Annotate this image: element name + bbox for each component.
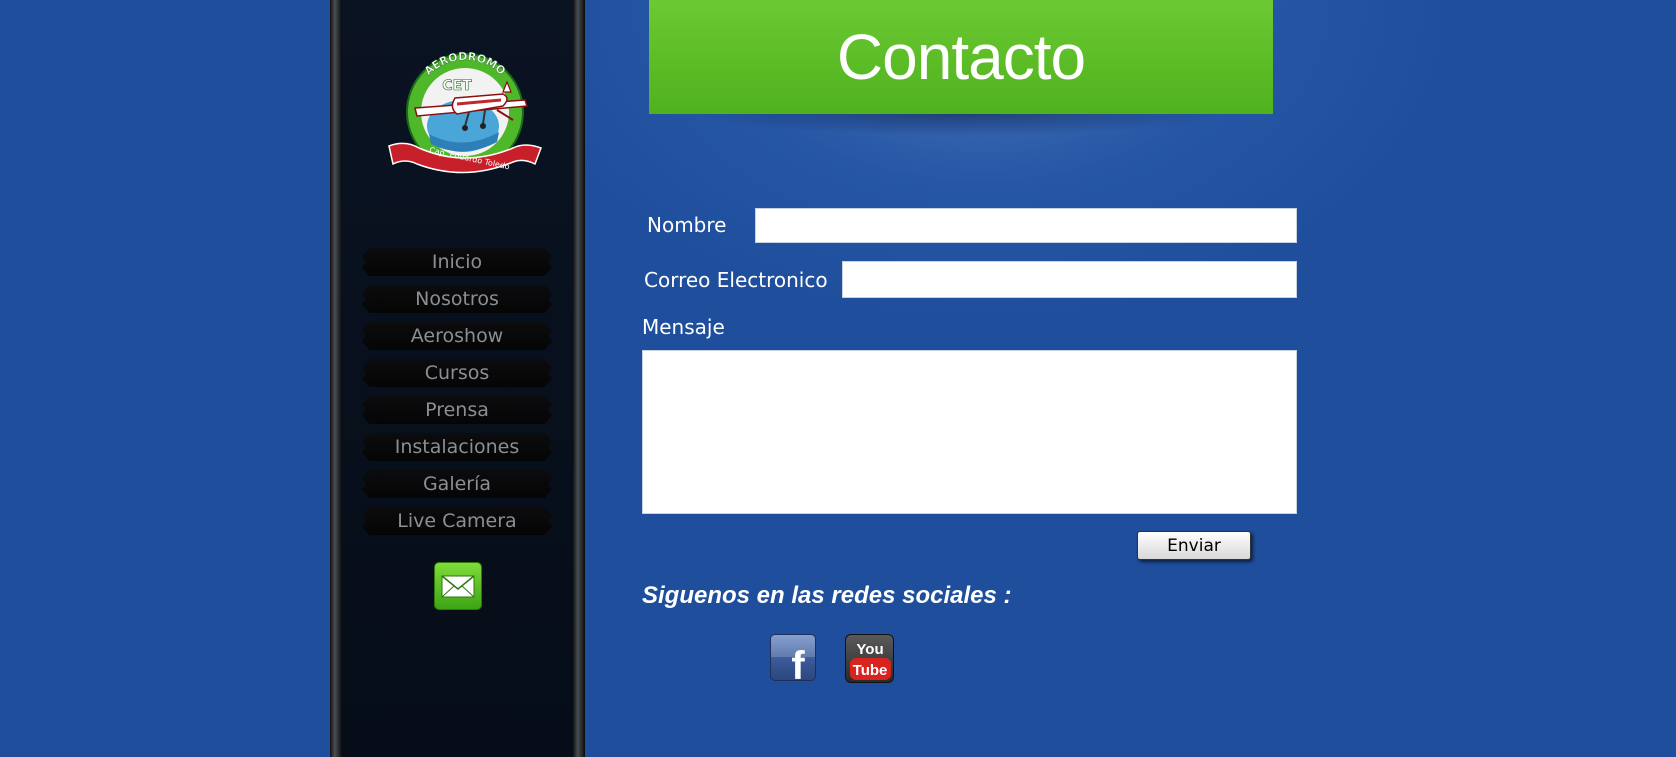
facebook-link[interactable]: f xyxy=(770,634,816,681)
email-label: Correo Electronico xyxy=(644,268,828,292)
page-title: Contacto xyxy=(836,21,1086,93)
logo-mid-text: CET xyxy=(442,78,472,94)
svg-text:You: You xyxy=(856,641,883,658)
nav-item-inicio[interactable]: Inicio xyxy=(362,248,552,276)
sidebar: AERODROMO CET Cap. Eduardo Toledo Inicio… xyxy=(330,0,585,757)
svg-text:Tube: Tube xyxy=(853,662,888,679)
nav-item-instalaciones[interactable]: Instalaciones xyxy=(362,433,552,461)
nav-item-cursos[interactable]: Cursos xyxy=(362,359,552,387)
aerodromo-logo[interactable]: AERODROMO CET Cap. Eduardo Toledo xyxy=(385,48,545,183)
message-field[interactable] xyxy=(642,350,1297,514)
page-header: Contacto xyxy=(649,0,1273,114)
name-field[interactable] xyxy=(755,208,1297,243)
nav-item-galeria[interactable]: Galería xyxy=(362,470,552,498)
message-label: Mensaje xyxy=(642,315,725,339)
submit-button[interactable]: Enviar xyxy=(1137,531,1251,560)
svg-text:f: f xyxy=(791,644,805,681)
email-field[interactable] xyxy=(842,261,1297,298)
youtube-link[interactable]: You Tube xyxy=(845,634,894,683)
social-title: Siguenos en las redes sociales : xyxy=(642,582,1012,609)
nav-item-aeroshow[interactable]: Aeroshow xyxy=(362,322,552,350)
nav-item-prensa[interactable]: Prensa xyxy=(362,396,552,424)
name-label: Nombre xyxy=(647,213,727,237)
envelope-icon xyxy=(441,575,475,598)
youtube-icon: You Tube xyxy=(850,641,891,680)
mail-button[interactable] xyxy=(434,562,482,610)
facebook-icon: f xyxy=(771,635,815,681)
main-nav: Inicio Nosotros Aeroshow Cursos Prensa I… xyxy=(362,248,552,544)
nav-item-live-camera[interactable]: Live Camera xyxy=(362,507,552,535)
nav-item-nosotros[interactable]: Nosotros xyxy=(362,285,552,313)
header-shadow xyxy=(690,112,1230,136)
